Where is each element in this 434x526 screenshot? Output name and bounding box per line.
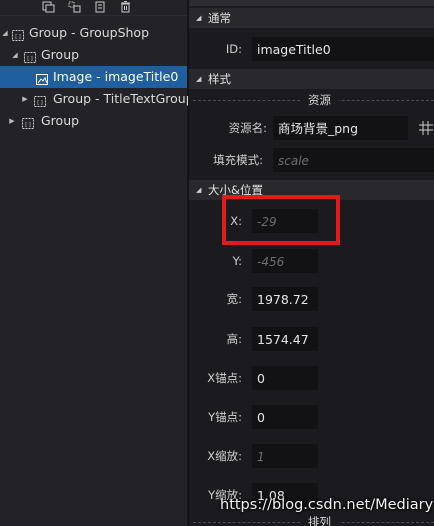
svg-text:[ ]: [ ] xyxy=(25,122,31,128)
group-node-icon: [ ] xyxy=(11,27,25,41)
collapsed-arrow-icon[interactable]: ▶ xyxy=(20,88,30,110)
id-label: ID: xyxy=(225,42,242,56)
fill-mode-label: 填充模式: xyxy=(213,153,263,167)
properties-panel: ◢ 通常 ID: imageTitle0 ◢ 样式 资源 资源名: 商场背景_p… xyxy=(189,0,434,526)
tree-item-label: Image - imageTitle0 xyxy=(53,69,179,84)
group-node-icon: [ ] xyxy=(23,49,37,63)
layer-tree-panel: ◢ [ ] Group - GroupShop ◢ [ ] Group Imag… xyxy=(0,0,194,526)
height-input[interactable]: 1574.47 xyxy=(252,327,318,351)
svg-text:[ ]: [ ] xyxy=(15,34,21,40)
panel-title-strip xyxy=(189,0,434,6)
source-label: 资源名: xyxy=(228,121,267,135)
section-header-style[interactable]: ◢ 样式 xyxy=(189,69,434,89)
expanded-arrow-icon[interactable]: ◢ xyxy=(10,44,20,66)
svg-text:[ ]: [ ] xyxy=(37,100,43,106)
height-label: 高: xyxy=(226,332,242,346)
group-node-icon: [ ] xyxy=(33,93,47,107)
expanded-arrow-icon: ◢ xyxy=(196,186,202,194)
grid-icon[interactable] xyxy=(419,121,433,135)
y-label: Y: xyxy=(232,254,242,268)
group-node-icon: [ ] xyxy=(21,115,35,129)
resource-group-label: 资源 xyxy=(300,93,339,107)
collapsed-arrow-icon[interactable]: ▶ xyxy=(7,110,17,132)
expanded-arrow-icon[interactable]: ◢ xyxy=(0,22,10,44)
source-input[interactable]: 商场背景_png xyxy=(273,116,408,140)
anchor-x-input[interactable]: 0 xyxy=(252,366,318,390)
tree-item-group-titletextgroup[interactable]: ▶ [ ] Group - TitleTextGroup xyxy=(0,88,194,110)
expanded-arrow-icon: ◢ xyxy=(196,14,202,22)
expanded-arrow-icon: ◢ xyxy=(196,75,202,83)
anchor-x-label: X锚点: xyxy=(207,371,242,385)
anchor-y-input[interactable]: 0 xyxy=(252,405,318,429)
y-input[interactable]: -456 xyxy=(252,249,318,273)
tree-item-label: Group - TitleTextGroup xyxy=(53,91,194,106)
tree-item-label: Group - GroupShop xyxy=(29,25,150,40)
fill-mode-select[interactable]: scale xyxy=(273,148,434,172)
id-input[interactable]: imageTitle0 xyxy=(252,37,434,61)
tree-item-group[interactable]: ▶ [ ] Group xyxy=(0,110,187,132)
watermark-text: https://blog.csdn.net/Mediary xyxy=(220,497,434,513)
scale-x-input[interactable]: 1 xyxy=(252,444,318,468)
scale-x-label: X缩放: xyxy=(207,449,242,463)
image-node-icon xyxy=(35,71,49,85)
tree-item-group[interactable]: ◢ [ ] Group xyxy=(0,44,187,66)
ungroup-objects-icon[interactable] xyxy=(68,1,81,13)
delete-icon[interactable] xyxy=(119,1,132,13)
copy-icon[interactable] xyxy=(94,1,107,13)
anchor-y-label: Y锚点: xyxy=(208,410,242,424)
annotation-highlight-box xyxy=(222,195,340,245)
tree-item-label: Group xyxy=(41,47,80,62)
tree-item-label: Group xyxy=(41,113,80,128)
svg-text:[ ]: [ ] xyxy=(27,56,33,62)
section-header-common[interactable]: ◢ 通常 xyxy=(189,8,434,28)
tree-item-group-groupshop[interactable]: ◢ [ ] Group - GroupShop xyxy=(0,22,187,44)
tree-toolbar xyxy=(0,0,188,16)
width-label: 宽: xyxy=(226,292,242,306)
tree-item-image-imagetitle0[interactable]: Image - imageTitle0 xyxy=(0,66,187,88)
arrange-group-label: 排列 xyxy=(300,515,339,526)
width-input[interactable]: 1978.72 xyxy=(252,287,318,311)
group-objects-icon[interactable] xyxy=(42,1,55,13)
